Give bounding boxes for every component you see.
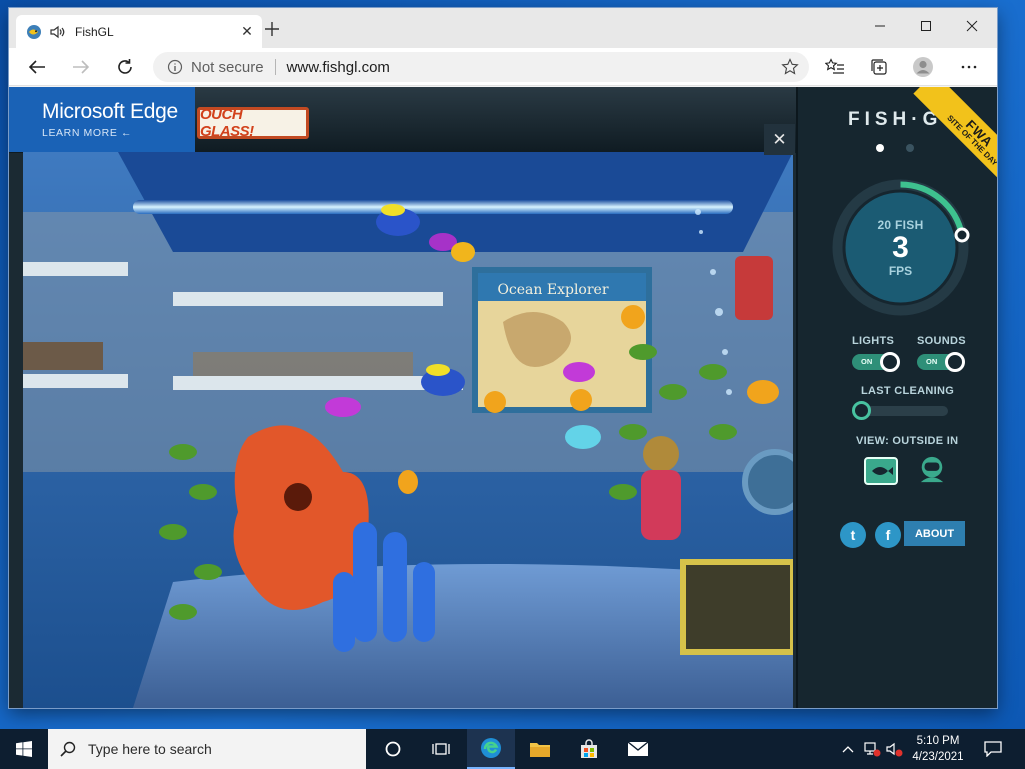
search-placeholder: Type here to search — [88, 741, 212, 757]
title-bar: FishGL ✕ — [9, 8, 997, 48]
taskbar-search-box[interactable]: Type here to search — [48, 729, 366, 769]
dont-touch-glass-sign: OUCH GLASS! — [197, 106, 309, 140]
address-bar[interactable]: Not secure www.fishgl.com — [153, 52, 809, 82]
profile-avatar-icon[interactable] — [909, 53, 937, 81]
outside-view-fish-icon[interactable] — [864, 457, 898, 485]
system-clock[interactable]: 5:10 PM 4/23/2021 — [908, 733, 968, 765]
browser-toolbar: Not secure www.fishgl.com — [9, 48, 997, 86]
favorite-star-icon[interactable] — [781, 58, 799, 76]
lights-toggle[interactable]: ON — [852, 352, 900, 372]
network-icon[interactable] — [860, 729, 884, 769]
tab-title: FishGL — [75, 24, 114, 39]
lights-toggle-knob — [880, 352, 900, 372]
fps-value: 3 — [892, 230, 909, 264]
mail-icon[interactable] — [614, 729, 662, 769]
browser-window: FishGL ✕ Not secure www.fishgl.com Micro… — [9, 8, 997, 708]
info-icon[interactable] — [167, 59, 183, 75]
about-button[interactable]: ABOUT — [904, 521, 965, 546]
view-label: VIEW: OUTSIDE IN — [856, 435, 959, 447]
last-cleaning-label: LAST CLEANING — [861, 385, 955, 397]
fish-count: 20 FISH — [877, 217, 924, 232]
aquarium-canvas[interactable]: Ocean Explorer — [23, 152, 793, 708]
edge-taskbar-icon[interactable] — [467, 729, 515, 769]
favorites-list-icon[interactable] — [821, 53, 849, 81]
forward-icon[interactable] — [67, 53, 95, 81]
page-content: Microsoft Edge LEARN MORE ← OUCH GLASS! — [9, 87, 997, 708]
notifications-icon[interactable] — [978, 729, 1008, 769]
refresh-icon[interactable] — [111, 53, 139, 81]
gauge-readout: 20 FISH 3 FPS — [828, 175, 973, 320]
taskbar: Type here to search 5:10 PM 4/23/2021 — [0, 729, 1025, 769]
windows-start-icon[interactable] — [0, 729, 48, 769]
inside-view-diver-icon[interactable] — [915, 455, 949, 483]
fps-label: FPS — [888, 263, 913, 278]
security-status: Not secure — [191, 58, 264, 76]
collections-icon[interactable] — [865, 53, 893, 81]
minimize-icon[interactable] — [857, 12, 903, 40]
control-panel: FISH·G FWA SITE OF THE DAY 20 FISH 3 FPS… — [796, 87, 997, 708]
carousel-dots[interactable] — [876, 144, 914, 152]
last-cleaning-slider[interactable] — [852, 401, 948, 420]
more-options-icon[interactable] — [955, 53, 983, 81]
clock-date: 4/23/2021 — [912, 751, 964, 763]
store-icon[interactable] — [565, 729, 613, 769]
sounds-toggle-knob — [945, 352, 965, 372]
close-window-icon[interactable] — [949, 12, 995, 40]
carousel-dot-1[interactable] — [876, 144, 884, 152]
url-text: www.fishgl.com — [286, 58, 390, 76]
sounds-label: SOUNDS — [917, 335, 966, 347]
lights-label: LIGHTS — [852, 335, 895, 347]
tray-chevron-icon[interactable] — [838, 729, 858, 769]
sounds-toggle[interactable]: ON — [917, 352, 965, 372]
task-view-icon[interactable] — [417, 729, 465, 769]
edge-ad-banner[interactable]: Microsoft Edge LEARN MORE ← — [9, 87, 195, 152]
clock-time: 5:10 PM — [916, 735, 960, 747]
address-separator — [274, 59, 276, 75]
ad-learn-more[interactable]: LEARN MORE ← — [42, 127, 195, 139]
cortana-icon[interactable] — [369, 729, 417, 769]
carousel-dot-2[interactable] — [906, 144, 914, 152]
back-icon[interactable] — [23, 53, 51, 81]
ad-title: Microsoft Edge — [42, 100, 178, 123]
maximize-icon[interactable] — [903, 12, 949, 40]
cleaning-slider-knob[interactable] — [852, 401, 871, 420]
search-icon — [60, 741, 76, 757]
new-tab-icon[interactable] — [261, 18, 283, 40]
file-explorer-icon[interactable] — [516, 729, 564, 769]
poster-title: Ocean Explorer — [497, 282, 608, 298]
tab-fishgl[interactable]: FishGL ✕ — [16, 15, 262, 48]
twitter-icon[interactable]: t — [840, 522, 866, 548]
close-overlay-button[interactable]: ✕ — [764, 124, 795, 155]
speaker-icon[interactable] — [50, 25, 66, 39]
fish-favicon-icon — [27, 24, 41, 39]
volume-muted-icon[interactable] — [884, 729, 906, 769]
tab-close-icon[interactable]: ✕ — [232, 23, 262, 40]
facebook-icon[interactable]: f — [875, 522, 901, 548]
